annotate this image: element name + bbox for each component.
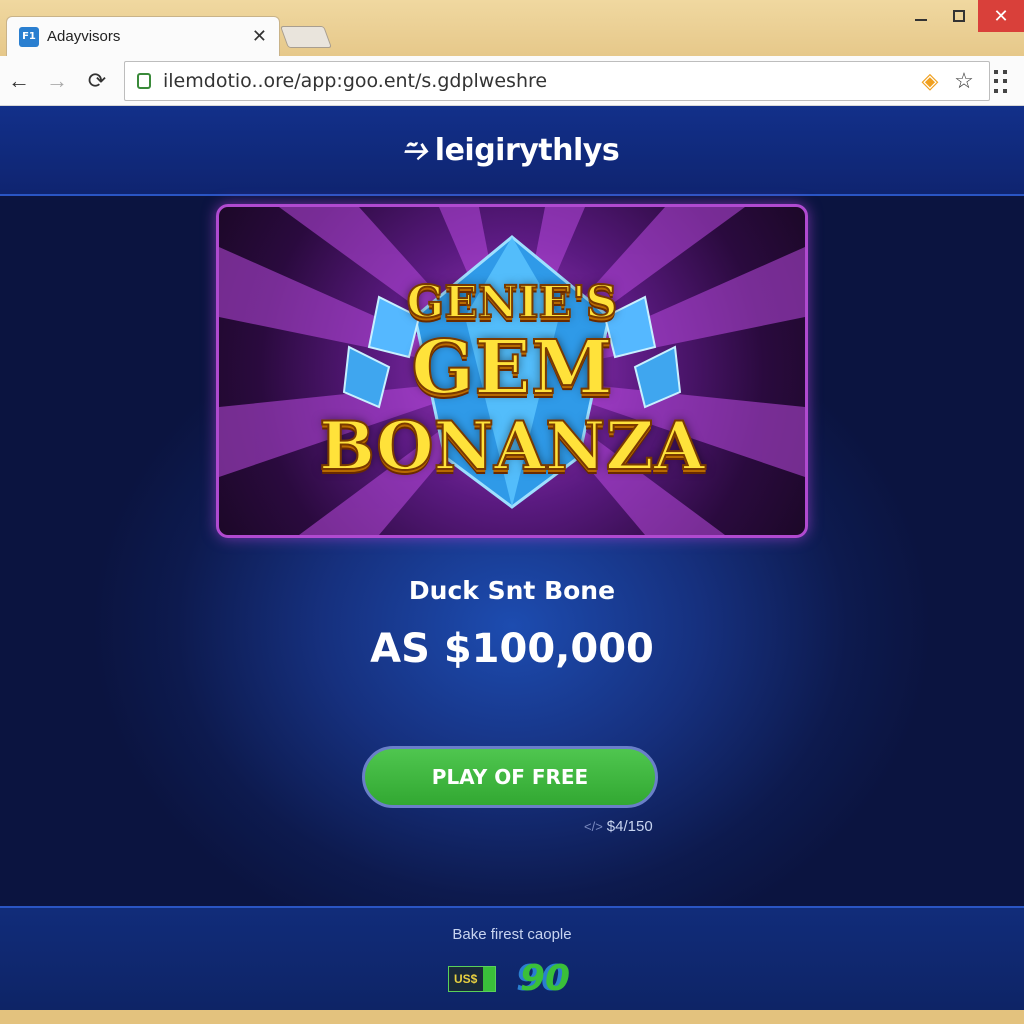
close-tab-icon[interactable]: ✕ [252, 26, 267, 47]
lock-icon [137, 73, 151, 89]
site-header: ⥲ leigirythlys [0, 106, 1024, 196]
browser-toolbar: ← → ⟳ ilemdotio..ore/app:goo.ent/s.gdplw… [0, 56, 1024, 106]
close-icon: ✕ [993, 5, 1009, 26]
arrow-right-icon: → [46, 68, 68, 93]
banner-title-line2: GEM [410, 324, 614, 412]
game-banner[interactable]: GENIE'S GEM BONANZA [216, 204, 808, 538]
number-badge: 90 [520, 958, 571, 999]
page-content: ⥲ leigirythlys GENIE'S GEM BONANZA Duck … [0, 106, 1024, 1010]
favicon-icon: F1 [19, 26, 39, 47]
minimize-icon [915, 19, 927, 21]
play-free-button[interactable]: PLAY OF FREE [362, 746, 658, 808]
currency-badge: US$ [448, 965, 496, 992]
new-tab-button[interactable] [279, 26, 333, 48]
reload-icon: ⟳ [87, 68, 107, 93]
back-button[interactable]: ← [4, 66, 34, 96]
browser-tab[interactable]: F1 Adayvisors ✕ [6, 16, 280, 56]
logo-icon: ⥲ [400, 133, 434, 166]
tab-title: Adayvisors [47, 28, 121, 45]
brand-name: leigirythlys [434, 132, 620, 168]
window-bottom-edge [0, 1010, 1024, 1024]
arrow-left-icon: ← [8, 68, 30, 93]
footer-text: Bake firest caople [452, 926, 572, 943]
code-icon: </> [584, 819, 603, 834]
prize-amount: AS $100,000 [370, 626, 654, 672]
menu-dots-icon[interactable] [994, 70, 1014, 94]
reload-button[interactable]: ⟳ [82, 66, 112, 96]
address-bar[interactable]: ilemdotio..ore/app:goo.ent/s.gdplweshre … [124, 61, 990, 101]
close-window-button[interactable]: ✕ [978, 0, 1024, 32]
sub-price: </> $4/150 [584, 818, 653, 835]
banner-title-line1: GENIE'S [406, 276, 619, 329]
maximize-button[interactable] [940, 0, 978, 32]
extension-icon[interactable]: ◈ [913, 64, 947, 98]
star-icon[interactable]: ☆ [947, 64, 981, 98]
title-bar: F1 Adayvisors ✕ ✕ [0, 0, 1024, 56]
url-text[interactable]: ilemdotio..ore/app:goo.ent/s.gdplweshre [163, 70, 913, 92]
forward-button[interactable]: → [42, 66, 72, 96]
minimize-button[interactable] [902, 0, 940, 32]
maximize-icon [953, 10, 965, 22]
window-controls: ✕ [902, 0, 1024, 32]
footer-badges: US$ 90 [448, 958, 570, 999]
site-footer: Bake firest caople US$ 90 [0, 906, 1024, 1010]
banner-title-line3: BONANZA [318, 406, 706, 486]
prize-label: Duck Snt Bone [408, 576, 616, 605]
site-logo[interactable]: ⥲ leigirythlys [400, 132, 620, 168]
sub-price-text: $4/150 [606, 818, 653, 835]
